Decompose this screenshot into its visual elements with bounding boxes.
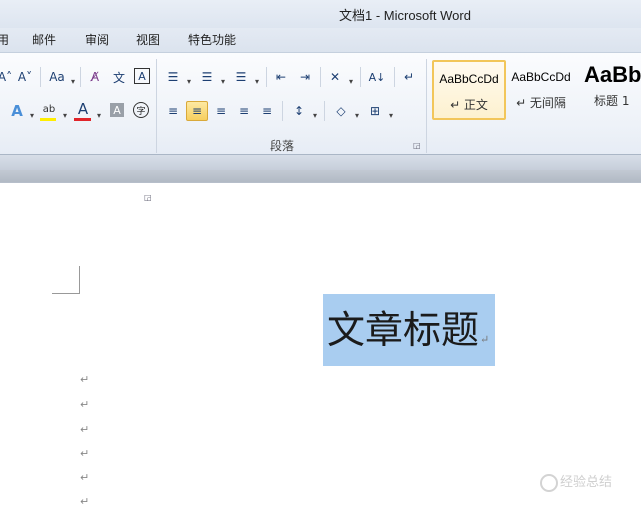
align-left-icon[interactable]: ≡ [164, 102, 182, 120]
style-heading-1[interactable]: AaBb 标题 1 [580, 60, 641, 116]
paragraph-mark: ↵ [80, 373, 90, 386]
document-title-text: 文章标题 [327, 308, 480, 352]
style-normal-label: ↵ 正文 [450, 98, 488, 112]
paragraph-group-label: 段落 [270, 139, 295, 153]
tab-mailings[interactable]: 邮件 [32, 31, 56, 48]
paragraph-mark: ↵ [80, 398, 90, 411]
page-margin-corner [79, 266, 80, 294]
watermark-logo-icon [540, 473, 558, 492]
clear-format-icon[interactable]: A̸ [86, 68, 104, 86]
tab-review[interactable]: 审阅 [85, 31, 109, 48]
center-icon[interactable]: ≡ [186, 101, 208, 121]
style-no-spacing-label: ↵ 无间隔 [516, 96, 566, 110]
paragraph-mark: ↵ [80, 471, 90, 484]
show-hide-marks-icon[interactable]: ↵ [400, 68, 418, 86]
chevron-down-icon[interactable]: ▾ [252, 72, 262, 90]
decrease-indent-icon[interactable]: ⇤ [272, 68, 290, 86]
chevron-down-icon[interactable]: ▾ [184, 72, 194, 90]
character-border-icon[interactable]: A [134, 68, 150, 84]
ruler [0, 170, 641, 182]
paragraph-mark: ↵ [80, 495, 90, 508]
style-heading-1-sample: AaBb [584, 62, 641, 87]
tab-special-features[interactable]: 特色功能 [188, 31, 236, 48]
character-shading-icon[interactable]: A [110, 103, 124, 117]
chevron-down-icon[interactable]: ▾ [94, 106, 104, 124]
watermark: 经验总结 [540, 471, 612, 492]
chevron-down-icon[interactable]: ▾ [352, 106, 362, 124]
text-effect-icon[interactable]: A [8, 102, 26, 120]
tab-references[interactable]: 用 [0, 31, 9, 48]
chevron-down-icon[interactable]: ▾ [346, 72, 356, 90]
align-right-icon[interactable]: ≡ [212, 102, 230, 120]
shading-icon[interactable]: ◇ [332, 102, 350, 120]
style-normal[interactable]: AaBbCcDd ↵ 正文 [432, 60, 506, 120]
borders-icon[interactable]: ⊞ [366, 102, 384, 120]
style-normal-sample: AaBbCcDd [439, 72, 499, 86]
distributed-icon[interactable]: ≡ [258, 102, 276, 120]
highlight-icon[interactable]: ab [40, 100, 58, 118]
phonetic-guide-icon[interactable]: 文 [110, 68, 128, 86]
watermark-text: 经验总结 [560, 475, 613, 490]
style-no-spacing[interactable]: AaBbCcDd ↵ 无间隔 [508, 60, 574, 116]
ribbon-tabs: 用 邮件 审阅 视图 特色功能 [0, 28, 641, 52]
font-color-bar [74, 118, 91, 121]
paragraph-mark: ↵ [80, 423, 90, 436]
chevron-down-icon[interactable]: ▾ [60, 106, 70, 124]
title-bar: 文档1 - Microsoft Word [0, 0, 641, 28]
grow-font-icon[interactable]: A˄ [0, 68, 14, 86]
paragraph-mark: ↵ [480, 333, 490, 346]
chevron-down-icon[interactable]: ▾ [386, 106, 396, 124]
highlight-color-bar [40, 118, 56, 121]
bullets-icon[interactable]: ☰ [164, 68, 182, 86]
shrink-font-icon[interactable]: A˅ [16, 68, 34, 86]
chevron-down-icon[interactable]: ▾ [218, 72, 228, 90]
font-color-icon[interactable]: A [74, 100, 92, 118]
font-dialog-launcher-icon[interactable]: ◲ [144, 193, 152, 202]
style-heading-1-label: 标题 1 [594, 94, 630, 108]
paragraph-dialog-launcher-icon[interactable]: ◲ [413, 141, 421, 150]
chinese-layout-icon[interactable]: ✕ [326, 68, 344, 86]
window-title: 文档1 - Microsoft Word [339, 8, 471, 23]
page-margin-corner [52, 293, 79, 294]
style-no-spacing-sample: AaBbCcDd [511, 70, 571, 84]
chevron-down-icon[interactable]: ▾ [68, 72, 78, 90]
document-title-selected[interactable]: 文章标题↵ [323, 294, 495, 366]
enclose-characters-icon[interactable]: 字 [133, 102, 149, 118]
increase-indent-icon[interactable]: ⇥ [296, 68, 314, 86]
chevron-down-icon[interactable]: ▾ [27, 106, 37, 124]
chevron-down-icon[interactable]: ▾ [310, 106, 320, 124]
paragraph-mark: ↵ [80, 447, 90, 460]
sort-icon[interactable]: A↓ [366, 68, 388, 86]
line-spacing-icon[interactable]: ↕ [290, 102, 308, 120]
tab-view[interactable]: 视图 [136, 31, 160, 48]
ruler-area [0, 154, 641, 183]
multilevel-list-icon[interactable]: ☰ [232, 68, 250, 86]
change-case-icon[interactable]: Aa [46, 68, 68, 86]
justify-icon[interactable]: ≡ [235, 102, 253, 120]
numbering-icon[interactable]: ☰ [198, 68, 216, 86]
